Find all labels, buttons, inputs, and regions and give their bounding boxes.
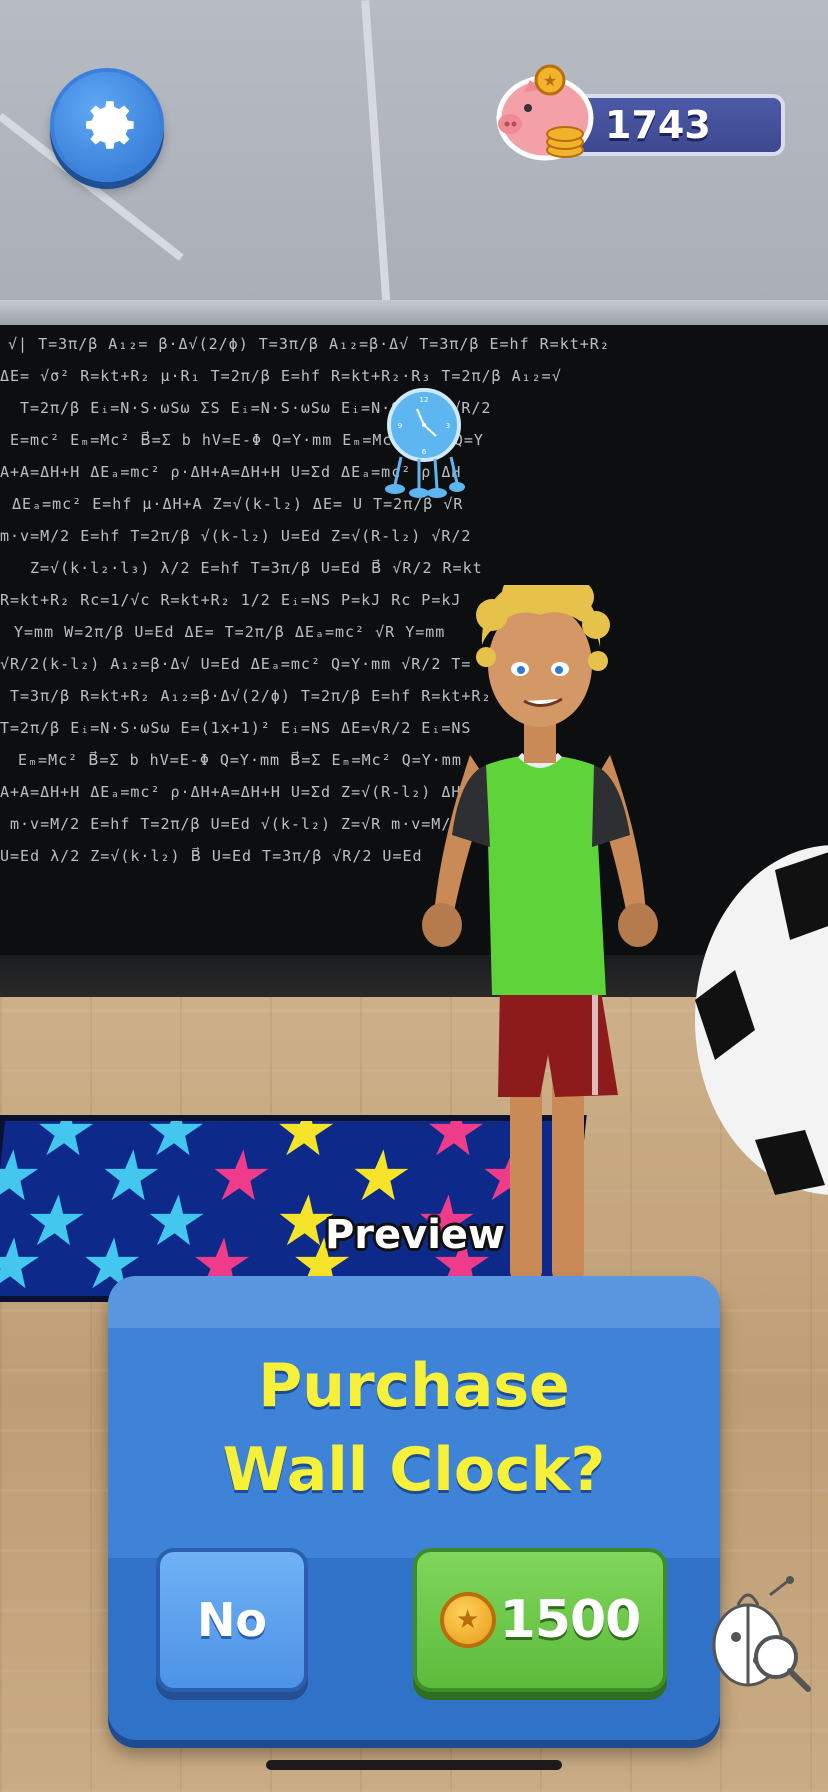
clock-legs bbox=[385, 456, 465, 498]
buy-price-label: 1500 bbox=[499, 1590, 642, 1650]
svg-text:12: 12 bbox=[420, 396, 429, 404]
purchase-dialog: Purchase Wall Clock? No ★ 1500 bbox=[108, 1276, 720, 1740]
preview-label: Preview bbox=[324, 1212, 506, 1258]
svg-text:★: ★ bbox=[543, 71, 557, 90]
dialog-title-line-1: Purchase bbox=[258, 1351, 570, 1421]
piggy-bank-icon: ★ bbox=[496, 64, 594, 161]
home-indicator[interactable] bbox=[266, 1760, 562, 1770]
svg-text:9: 9 bbox=[398, 422, 402, 430]
svg-text:3: 3 bbox=[446, 422, 450, 430]
no-button[interactable]: No bbox=[156, 1548, 308, 1692]
ceiling-edge bbox=[0, 300, 828, 326]
coin-icon: ★ bbox=[439, 1592, 496, 1648]
wall-clock-icon[interactable]: 12 3 6 9 bbox=[387, 388, 461, 462]
settings-button[interactable] bbox=[50, 68, 164, 182]
dialog-header-strip bbox=[108, 1276, 720, 1328]
player-character bbox=[422, 585, 658, 1285]
gear-icon bbox=[86, 101, 134, 149]
bug-report-icon[interactable] bbox=[708, 1575, 816, 1695]
dialog-title: Purchase Wall Clock? bbox=[108, 1344, 720, 1512]
dialog-title-line-2: Wall Clock? bbox=[222, 1435, 606, 1505]
no-button-label: No bbox=[196, 1593, 268, 1647]
coin-balance-value: 1743 bbox=[605, 103, 711, 147]
soccer-ball bbox=[695, 845, 828, 1195]
buy-button[interactable]: ★ 1500 bbox=[413, 1548, 667, 1692]
